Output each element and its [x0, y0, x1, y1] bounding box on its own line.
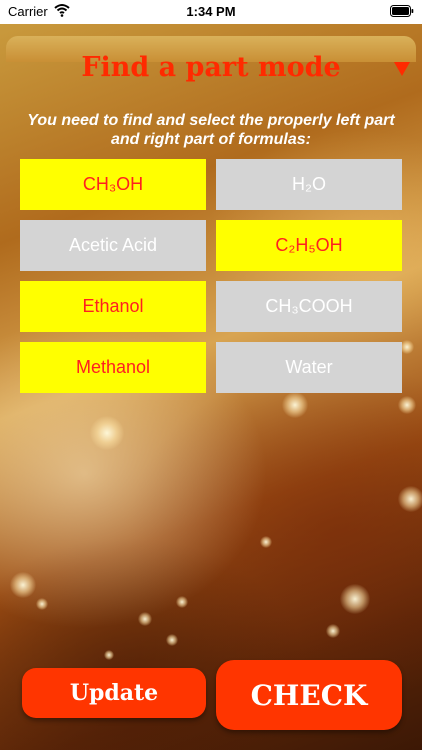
status-bar: Carrier 1:34 PM [0, 0, 422, 24]
formula-tile[interactable]: Ethanol [20, 281, 206, 332]
bokeh-light [398, 396, 416, 414]
status-time: 1:34 PM [186, 4, 236, 19]
formula-tile[interactable]: CH₃OH [20, 159, 206, 210]
bokeh-light [90, 416, 124, 450]
formula-tile[interactable]: Methanol [20, 342, 206, 393]
formula-tile[interactable]: Acetic Acid [20, 220, 206, 271]
battery-icon [390, 5, 414, 17]
formula-tile[interactable]: CH₃COOH [216, 281, 402, 332]
bokeh-light [260, 536, 272, 548]
bokeh-light [340, 584, 370, 614]
update-button[interactable]: Update [22, 668, 206, 718]
formula-tile[interactable]: Water [216, 342, 402, 393]
bokeh-light [138, 612, 152, 626]
bokeh-light [36, 598, 48, 610]
bokeh-light [326, 624, 340, 638]
triangle-down-icon[interactable] [394, 62, 410, 76]
bokeh-light [398, 486, 422, 512]
formula-tile[interactable]: C₂H₅OH [216, 220, 402, 271]
formula-tile[interactable]: H₂O [216, 159, 402, 210]
game-screen: Find a part mode You need to find and se… [0, 24, 422, 750]
instruction-text: You need to find and select the properly… [27, 112, 395, 148]
bokeh-light [166, 634, 178, 646]
bokeh-light [400, 340, 414, 354]
page-title: Find a part mode [81, 52, 341, 83]
bokeh-light [10, 572, 36, 598]
check-button[interactable]: CHECK [216, 660, 402, 730]
bokeh-light [104, 650, 114, 660]
bokeh-light [176, 596, 188, 608]
formula-grid: CH₃OH H₂O Acetic Acid C₂H₅OH Ethanol CH₃… [20, 159, 402, 393]
bokeh-light [282, 392, 308, 418]
